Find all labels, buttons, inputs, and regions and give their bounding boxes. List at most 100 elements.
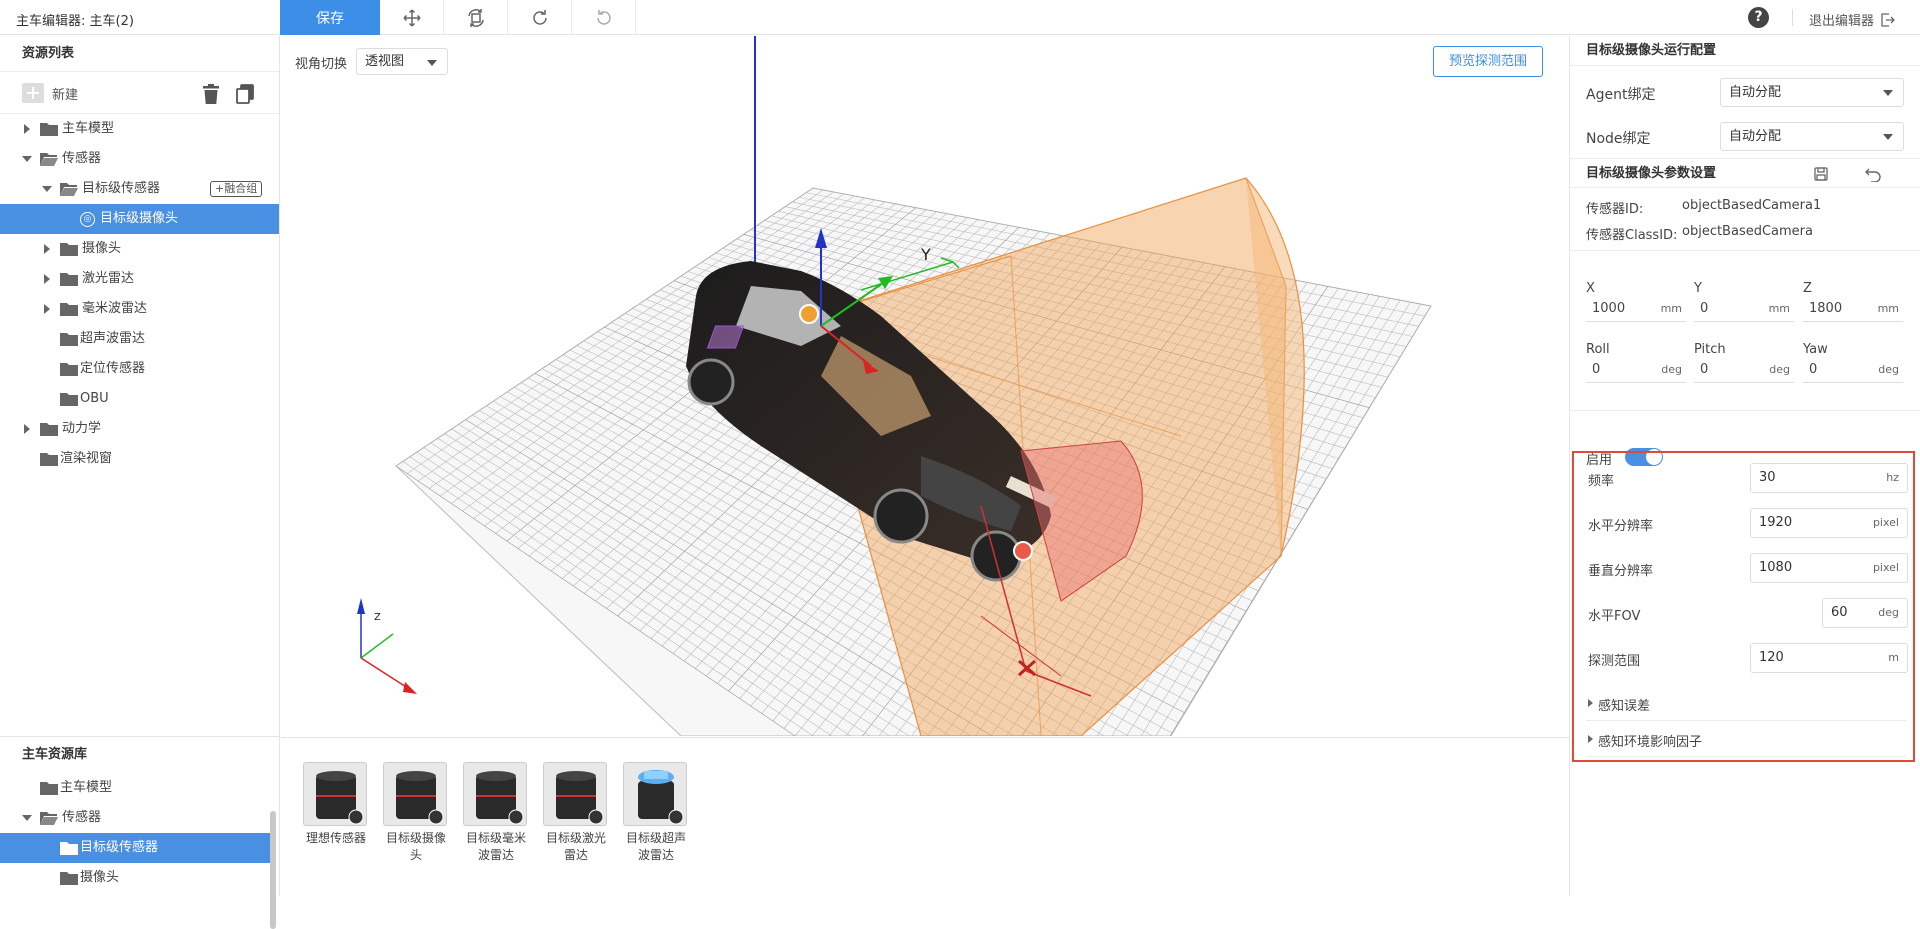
caret-down-icon[interactable] [22, 815, 32, 821]
tree-item-obu[interactable]: OBU [0, 384, 279, 414]
tree-item-render-view[interactable]: 渲染视窗 [0, 444, 279, 474]
yaw-value: 0 [1809, 362, 1818, 377]
caret-right-icon[interactable] [44, 244, 50, 254]
tree-item-mmwave-radar[interactable]: 毫米波雷达 [0, 294, 279, 324]
x-input[interactable]: 1000 mm [1586, 296, 1686, 322]
caret-right-icon[interactable] [24, 424, 30, 434]
tree-item-object-sensors[interactable]: 目标级传感器 +融合组 [0, 174, 279, 204]
folder-icon [40, 123, 58, 136]
caret-down-icon[interactable] [42, 186, 52, 192]
topbar-divider [1792, 9, 1793, 26]
scene-canvas[interactable]: Y Z [281, 36, 1569, 736]
rotate-3d-tool-button[interactable] [444, 0, 508, 35]
roll-label: Roll [1586, 342, 1610, 357]
exit-editor-button[interactable]: 退出编辑器 [1809, 10, 1896, 29]
trash-icon[interactable] [202, 84, 220, 104]
param-settings-label: 目标级摄像头参数设置 [1586, 166, 1717, 181]
lib-item-camera[interactable]: 摄像头 [0, 863, 280, 893]
sensor-card-label: 目标级激光雷达 [545, 831, 606, 862]
lib-item-host-model[interactable]: 主车模型 [0, 773, 280, 803]
scene-viewport[interactable]: Y Z 视角切换 透视图 预览探测范围 [281, 36, 1569, 736]
h-fov-input[interactable]: 60 deg [1822, 598, 1908, 628]
z-unit: mm [1877, 302, 1899, 315]
axis-indicator [357, 598, 417, 694]
pitch-label: Pitch [1694, 342, 1726, 357]
view-switch-select[interactable]: 透视图 [356, 48, 448, 75]
library-scrollbar[interactable] [270, 811, 276, 929]
sensor-thumbnail [383, 762, 447, 826]
tree-item-positioning-sensor[interactable]: 定位传感器 [0, 354, 279, 384]
redo-icon [532, 9, 547, 25]
y-input[interactable]: 0 mm [1694, 296, 1794, 322]
gizmo-y-label: Y [920, 245, 931, 264]
env-factor-collapse[interactable]: 感知环境影响因子 [1586, 723, 1906, 757]
undo-button[interactable] [572, 0, 636, 35]
tree-item-label: 目标级传感器 [82, 181, 161, 196]
tree-item-label: 渲染视窗 [60, 451, 113, 466]
tree-item-label: 传感器 [62, 810, 102, 825]
h-resolution-input[interactable]: 1920 pixel [1750, 508, 1908, 538]
reset-params-icon[interactable] [1864, 166, 1882, 182]
perception-error-collapse[interactable]: 感知误差 [1586, 687, 1906, 721]
camera-params-highlight: 频率 30 hz 水平分辨率 1920 pixel 垂直分辨率 1080 pix… [1572, 451, 1915, 762]
copy-icon[interactable] [236, 84, 254, 104]
agent-binding-select[interactable]: 自动分配 [1720, 78, 1904, 107]
tree-item-ultrasonic-radar[interactable]: 超声波雷达 [0, 324, 279, 354]
detection-range-unit: m [1888, 651, 1899, 664]
agent-binding-value: 自动分配 [1729, 85, 1782, 100]
new-label: 新建 [52, 87, 79, 103]
top-bar: 主车编辑器: 主车(2) 保存 ? 退出编辑器 [0, 0, 1920, 35]
caret-right-icon[interactable] [24, 124, 30, 134]
pitch-input[interactable]: 0 deg [1694, 357, 1794, 383]
tree-item-sensors[interactable]: 传感器 [0, 144, 279, 174]
folder-open-icon [60, 183, 78, 196]
yaw-input[interactable]: 0 deg [1803, 357, 1903, 383]
sensor-card-label: 目标级摄像头 [385, 831, 446, 862]
tree-item-camera[interactable]: 摄像头 [0, 234, 279, 264]
z-input[interactable]: 1800 mm [1803, 296, 1903, 322]
caret-down-icon[interactable] [22, 156, 32, 162]
lib-item-sensors[interactable]: 传感器 [0, 803, 280, 833]
save-button[interactable]: 保存 [280, 0, 380, 35]
h-fov-value: 60 [1831, 605, 1848, 620]
v-resolution-input[interactable]: 1080 pixel [1750, 553, 1908, 583]
rotate-3d-icon [467, 8, 484, 27]
tree-item-lidar[interactable]: 激光雷达 [0, 264, 279, 294]
chevron-down-icon [427, 60, 437, 66]
exit-editor-label: 退出编辑器 [1809, 14, 1875, 29]
tree-item-dynamics[interactable]: 动力学 [0, 414, 279, 444]
save-params-icon[interactable] [1813, 166, 1829, 182]
tree-item-object-camera[interactable]: ◎ 目标级摄像头 [0, 204, 279, 234]
tree-item-host-model[interactable]: 主车模型 [0, 114, 279, 144]
preview-detection-range-button[interactable]: 预览探测范围 [1433, 46, 1543, 77]
node-binding-select[interactable]: 自动分配 [1720, 122, 1904, 151]
fusion-group-button[interactable]: +融合组 [210, 181, 263, 197]
resource-toolbar: 新建 [0, 72, 279, 114]
tree-item-label: 摄像头 [82, 241, 122, 256]
sensor-card-object-mmwave[interactable]: 目标级毫米波雷达 [463, 762, 529, 864]
move-tool-button[interactable] [380, 0, 444, 35]
tree-item-label: 摄像头 [80, 870, 120, 885]
redo-button[interactable] [508, 0, 572, 35]
h-resolution-row: 水平分辨率 1920 pixel [1574, 502, 1913, 547]
frequency-input[interactable]: 30 hz [1750, 463, 1908, 493]
sensor-card-object-ultrasonic[interactable]: 目标级超声波雷达 [623, 762, 689, 864]
help-icon[interactable]: ? [1748, 7, 1769, 28]
yaw-unit: deg [1878, 363, 1899, 376]
sensor-card-ideal[interactable]: 理想传感器 [303, 762, 369, 847]
sensor-card-object-lidar[interactable]: 目标级激光雷达 [543, 762, 609, 864]
lib-item-object-sensors[interactable]: 目标级传感器 [0, 833, 272, 863]
caret-right-icon[interactable] [44, 274, 50, 284]
roll-input[interactable]: 0 deg [1586, 357, 1686, 383]
frequency-unit: hz [1886, 471, 1899, 484]
left-panel: 资源列表 新建 主车模型 传感器 目标级传感器 +融合组 ◎ 目标级摄像头 摄像… [0, 36, 280, 929]
detection-range-input[interactable]: 120 m [1750, 643, 1908, 673]
sensor-card-object-camera[interactable]: 目标级摄像头 [383, 762, 449, 864]
divider [1570, 250, 1920, 251]
folder-icon [60, 243, 78, 256]
caret-right-icon[interactable] [44, 304, 50, 314]
new-button[interactable]: 新建 [22, 83, 78, 103]
folder-open-icon [40, 153, 58, 166]
folder-icon [60, 303, 78, 316]
sensor-library-strip: 理想传感器 目标级摄像头 目标级毫米波雷达 目标级激光雷达 目标级超声波雷达 [281, 737, 1569, 896]
